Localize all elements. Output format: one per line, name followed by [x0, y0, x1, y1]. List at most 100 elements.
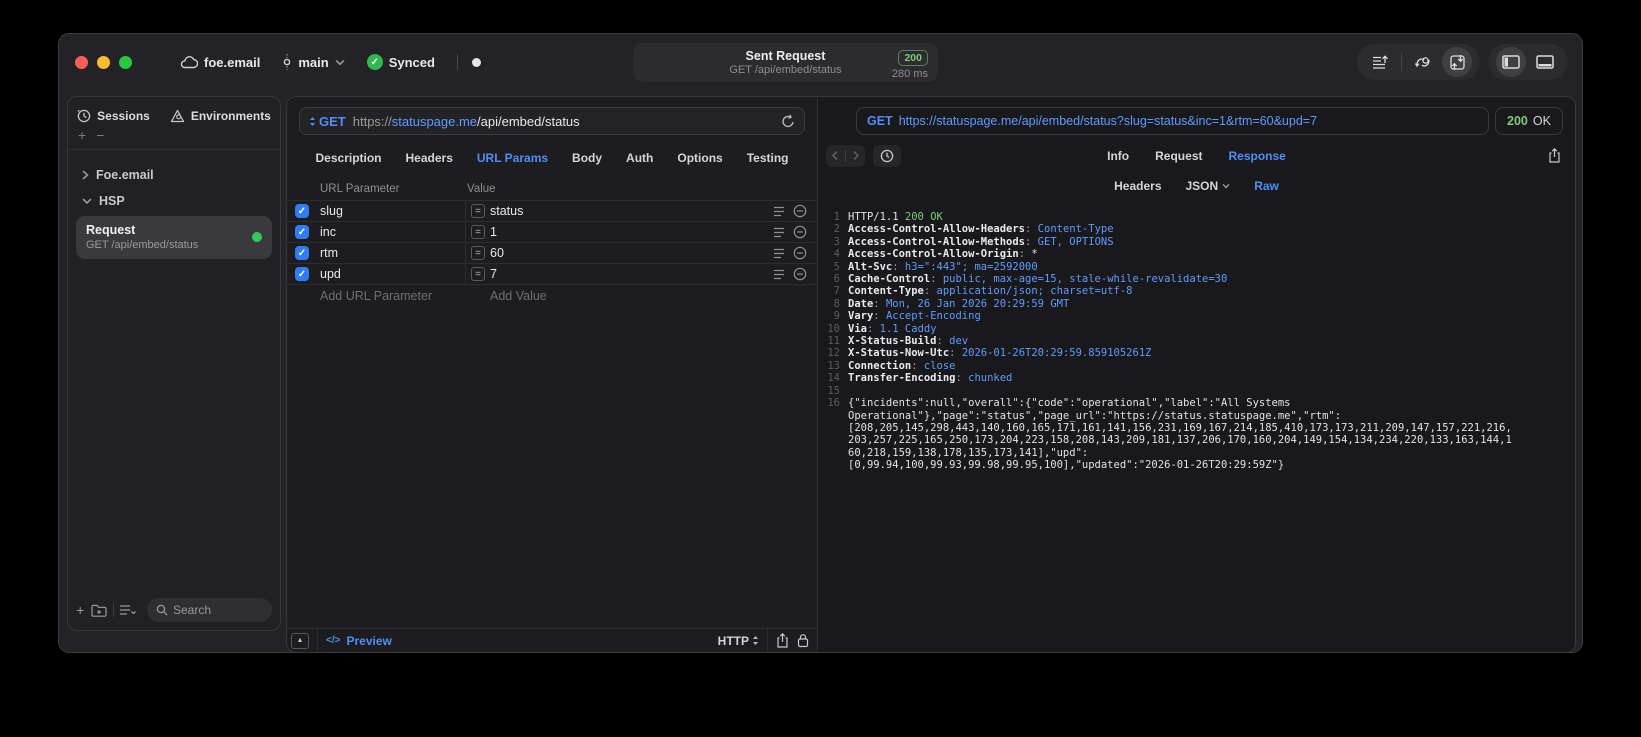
param-value[interactable]: status — [490, 204, 523, 218]
request-url-bar[interactable]: GET https://statuspage.me/api/embed/stat… — [299, 107, 805, 135]
tab-options[interactable]: Options — [677, 151, 722, 165]
remove-param-icon[interactable] — [793, 204, 807, 218]
remove-param-icon[interactable] — [793, 246, 807, 260]
param-value[interactable]: 60 — [490, 246, 504, 260]
param-enabled-checkbox[interactable]: ✓ — [295, 267, 309, 281]
remove-session-button[interactable]: − — [96, 127, 104, 143]
remove-param-icon[interactable] — [793, 267, 807, 281]
panel-bottom-icon — [1536, 55, 1554, 69]
response-tabs: Info Request Response — [818, 149, 1575, 163]
line-text: Vary: Accept-Encoding — [848, 310, 981, 323]
param-value-cell[interactable]: = 60 — [466, 246, 773, 260]
code-line: 9 Vary: Accept-Encoding — [818, 310, 1575, 322]
transfer-button[interactable] — [1442, 47, 1472, 77]
param-value-cell[interactable]: = 1 — [466, 225, 773, 239]
merge-button[interactable] — [1408, 47, 1438, 77]
tab-environments[interactable]: Environments — [170, 109, 271, 123]
param-name[interactable]: slug — [309, 201, 466, 221]
tab-headers[interactable]: Headers — [406, 151, 453, 165]
preview-button[interactable]: </> Preview — [326, 634, 392, 648]
request-footer: ▲ </> Preview HTTP — [287, 628, 817, 652]
request-summary-pill[interactable]: Sent Request GET /api/embed/status 200 2… — [633, 43, 938, 82]
param-name[interactable]: rtm — [309, 243, 466, 263]
code-line: 14 Transfer-Encoding: chunked — [818, 372, 1575, 384]
cloud-icon — [180, 55, 198, 69]
request-list-item-selected[interactable]: Request GET /api/embed/status — [76, 216, 272, 259]
tab-request[interactable]: Request — [1155, 149, 1202, 163]
code-line: 15 — [818, 385, 1575, 397]
sidebar-search[interactable] — [147, 598, 272, 622]
tab-info[interactable]: Info — [1107, 149, 1129, 163]
subtab-format-select[interactable]: JSON — [1186, 179, 1231, 193]
column-value: Value — [467, 183, 496, 195]
code-line: 2 Access-Control-Allow-Headers: Content-T… — [818, 223, 1575, 235]
reorder-handle-icon[interactable] — [773, 269, 785, 280]
tab-auth[interactable]: Auth — [626, 151, 653, 165]
new-folder-button[interactable] — [90, 601, 107, 619]
add-session-button[interactable]: + — [78, 127, 86, 143]
param-enabled-checkbox[interactable]: ✓ — [295, 204, 309, 218]
close-window-button[interactable] — [75, 55, 88, 69]
triangle-up-icon: ▲ — [296, 637, 304, 644]
zoom-window-button[interactable] — [119, 55, 132, 69]
reorder-handle-icon[interactable] — [773, 248, 785, 259]
subtab-raw[interactable]: Raw — [1254, 179, 1279, 193]
add-param-value-placeholder[interactable]: Add Value — [466, 289, 547, 303]
code-line: 13 Connection: close — [818, 360, 1575, 372]
request-list-button[interactable] — [1365, 47, 1395, 77]
param-value-cell[interactable]: = 7 — [466, 267, 773, 281]
tab-sessions[interactable]: Sessions — [77, 109, 150, 123]
tab-response[interactable]: Response — [1228, 149, 1285, 163]
tree-item-foe-email[interactable]: Foe.email — [76, 162, 272, 188]
tab-testing[interactable]: Testing — [747, 151, 789, 165]
param-value[interactable]: 1 — [490, 225, 497, 239]
synced-check-icon: ✓ — [366, 54, 383, 70]
response-body[interactable]: 1 HTTP/1.1 200 OK 2 Access-Control-Allow-He… — [818, 203, 1575, 652]
tree-item-hsp[interactable]: HSP — [76, 188, 272, 214]
param-enabled-checkbox[interactable]: ✓ — [295, 246, 309, 260]
toggle-sidebar-button[interactable] — [1496, 47, 1526, 77]
equals-badge: = — [471, 267, 485, 281]
param-value-cell[interactable]: = status — [466, 204, 773, 218]
url-scheme: https:// — [352, 113, 392, 129]
param-value[interactable]: 7 — [490, 267, 497, 281]
collapse-panel-button[interactable]: ▲ — [291, 632, 309, 649]
add-param-row[interactable]: Add URL Parameter Add Value — [287, 285, 817, 306]
line-text: Date: Mon, 26 Jan 2026 20:29:59 GMT — [848, 297, 1070, 310]
protocol-select[interactable]: HTTP — [718, 634, 759, 648]
new-request-button[interactable]: + — [76, 601, 85, 619]
tab-description[interactable]: Description — [316, 151, 382, 165]
add-param-name-placeholder[interactable]: Add URL Parameter — [287, 289, 466, 303]
branch-menu[interactable]: main — [282, 54, 345, 70]
tab-url-params[interactable]: URL Params — [477, 151, 548, 165]
tree-item-label: Foe.email — [96, 168, 154, 182]
request-summary-path: GET /api/embed/status — [729, 64, 842, 76]
remove-param-icon[interactable] — [793, 225, 807, 239]
titlebar-separator — [456, 54, 458, 70]
project-menu[interactable]: foe.email — [180, 55, 260, 70]
reorder-handle-icon[interactable] — [773, 227, 785, 238]
code-line: 4 Access-Control-Allow-Origin: * — [818, 248, 1575, 260]
reorder-handle-icon[interactable] — [773, 206, 785, 217]
request-tabs: Description Headers URL Params Body Auth Opti… — [287, 135, 817, 177]
code-line: 7 Content-Type: application/json; charset… — [818, 285, 1575, 297]
search-input[interactable] — [173, 603, 263, 617]
clock-icon — [77, 109, 91, 123]
tab-body[interactable]: Body — [572, 151, 602, 165]
transfer-icon — [1449, 54, 1466, 71]
sent-request-url[interactable]: GET https://statuspage.me/api/embed/stat… — [856, 107, 1489, 135]
method-select[interactable]: GET — [309, 114, 346, 129]
minimize-window-button[interactable] — [97, 55, 110, 69]
sync-status[interactable]: ✓ Synced — [366, 54, 435, 70]
param-name[interactable]: upd — [309, 264, 466, 284]
lock-icon[interactable] — [797, 633, 809, 648]
resend-request-icon[interactable] — [781, 114, 795, 129]
param-name[interactable]: inc — [309, 222, 466, 242]
share-button[interactable] — [776, 633, 789, 648]
request-success-dot — [252, 232, 262, 242]
chevron-down-icon — [1222, 183, 1230, 189]
view-options-button[interactable] — [119, 601, 137, 619]
subtab-headers[interactable]: Headers — [1114, 179, 1161, 193]
param-enabled-checkbox[interactable]: ✓ — [295, 225, 309, 239]
toggle-bottom-panel-button[interactable] — [1530, 47, 1560, 77]
